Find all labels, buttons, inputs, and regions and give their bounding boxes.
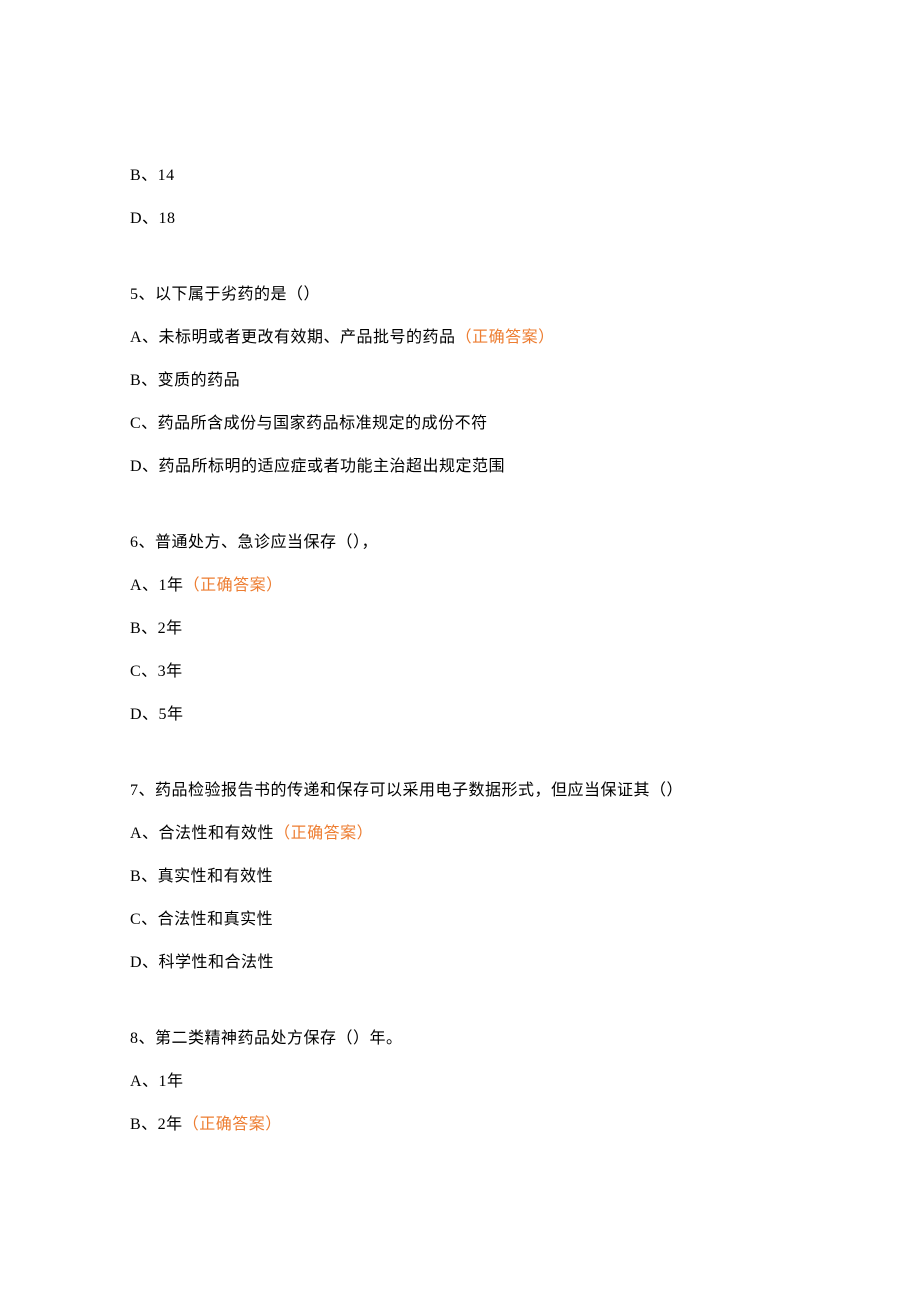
text-line: A、1年（正确答案）	[130, 575, 805, 597]
text-line: B、2年	[130, 618, 805, 640]
line-text: A、1年	[130, 577, 184, 594]
line-text: D、科学性和合法性	[130, 954, 274, 971]
line-text: 8、第二类精神药品处方保存（）年。	[130, 1030, 403, 1047]
line-text: D、18	[130, 210, 176, 227]
line-text: B、2年	[130, 620, 183, 637]
line-text: B、真实性和有效性	[130, 868, 273, 885]
text-line: B、14	[130, 165, 805, 187]
text-line: 8、第二类精神药品处方保存（）年。	[130, 1028, 805, 1050]
text-line: B、2年（正确答案）	[130, 1114, 805, 1136]
line-text: B、2年	[130, 1116, 183, 1133]
text-line: 6、普通处方、急诊应当保存（），	[130, 532, 805, 554]
correct-answer-label: （正确答案）	[456, 329, 555, 346]
line-text: C、3年	[130, 663, 183, 680]
text-line: C、3年	[130, 661, 805, 683]
line-text: 6、普通处方、急诊应当保存（），	[130, 534, 378, 551]
text-line: D、药品所标明的适应症或者功能主治超出规定范围	[130, 456, 805, 478]
line-text: A、合法性和有效性	[130, 825, 274, 842]
text-line: A、合法性和有效性（正确答案）	[130, 823, 805, 845]
line-text: C、药品所含成份与国家药品标准规定的成份不符	[130, 415, 488, 432]
line-text: B、变质的药品	[130, 372, 240, 389]
text-line: B、真实性和有效性	[130, 866, 805, 888]
text-line: C、药品所含成份与国家药品标准规定的成份不符	[130, 413, 805, 435]
text-line: D、5年	[130, 704, 805, 726]
line-text: 5、以下属于劣药的是（）	[130, 286, 320, 303]
line-text: D、药品所标明的适应症或者功能主治超出规定范围	[130, 458, 505, 475]
correct-answer-label: （正确答案）	[274, 825, 373, 842]
text-line: A、未标明或者更改有效期、产品批号的药品（正确答案）	[130, 327, 805, 349]
text-line: C、合法性和真实性	[130, 909, 805, 931]
line-text: B、14	[130, 167, 175, 184]
text-line: A、1年	[130, 1071, 805, 1093]
text-line: 7、药品检验报告书的传递和保存可以采用电子数据形式，但应当保证其（）	[130, 780, 805, 802]
text-line: B、变质的药品	[130, 370, 805, 392]
line-text: A、1年	[130, 1073, 184, 1090]
correct-answer-label: （正确答案）	[183, 1116, 282, 1133]
correct-answer-label: （正确答案）	[184, 577, 283, 594]
text-line: D、18	[130, 208, 805, 230]
line-text: C、合法性和真实性	[130, 911, 273, 928]
line-text: A、未标明或者更改有效期、产品批号的药品	[130, 329, 456, 346]
text-line: 5、以下属于劣药的是（）	[130, 284, 805, 306]
text-line: D、科学性和合法性	[130, 952, 805, 974]
line-text: D、5年	[130, 706, 184, 723]
document-content: B、14 D、18 5、以下属于劣药的是（） A、未标明或者更改有效期、产品批号的药品…	[130, 165, 805, 1136]
line-text: 7、药品检验报告书的传递和保存可以采用电子数据形式，但应当保证其（）	[130, 782, 683, 799]
